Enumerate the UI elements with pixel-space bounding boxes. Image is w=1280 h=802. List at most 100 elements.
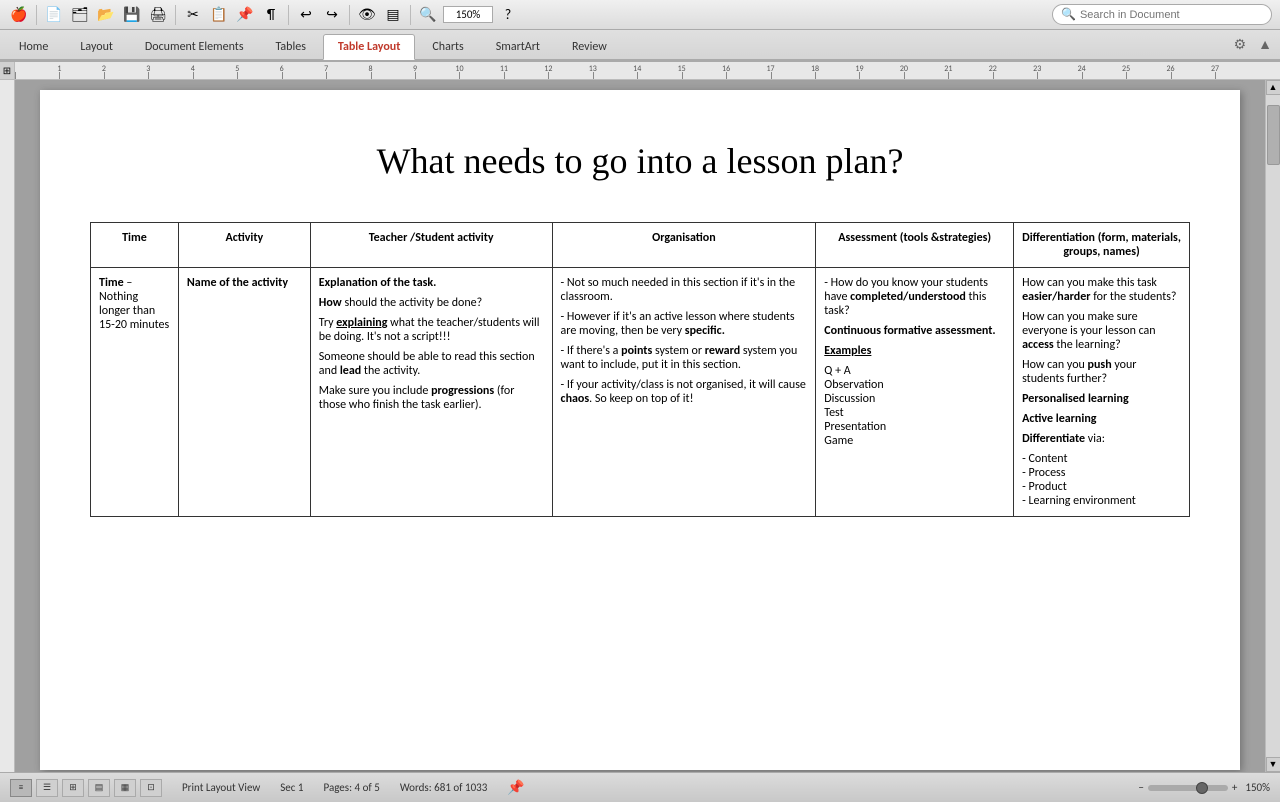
- assess-p3: Examples: [824, 344, 1005, 358]
- ruler-corner: ⊞: [0, 62, 15, 80]
- teacher-p1-bold: Explanation of the task.: [319, 276, 437, 290]
- help-icon[interactable]: ?: [497, 4, 519, 26]
- org-content: - Not so much needed in this section if …: [561, 276, 808, 406]
- separator4: [349, 5, 350, 25]
- view-btn-2[interactable]: ☰: [36, 779, 58, 797]
- view-btn-4[interactable]: ▤: [88, 779, 110, 797]
- tab-document-elements[interactable]: Document Elements: [130, 34, 259, 59]
- view-btn-3[interactable]: ⊞: [62, 779, 84, 797]
- assess-p1: - How do you know your students have com…: [824, 276, 1005, 318]
- view-icon[interactable]: 👁: [356, 4, 378, 26]
- scroll-thumb[interactable]: [1267, 105, 1280, 165]
- redo-icon[interactable]: ↪: [321, 4, 343, 26]
- tab-end: ⚙ ▲: [1230, 34, 1276, 59]
- time-label: Time: [99, 276, 124, 290]
- table-row: Time – Nothing longer than 15-20 minutes…: [91, 268, 1190, 517]
- easier-harder-label: easier/harder: [1022, 290, 1090, 304]
- header-organisation: Organisation: [552, 223, 816, 268]
- chaos-label: chaos: [561, 392, 590, 406]
- header-time: Time: [91, 223, 179, 268]
- diff-content: How can you make this task easier/harder…: [1022, 276, 1181, 508]
- zoom-bar: − + 150%: [1138, 781, 1270, 794]
- expand-icon[interactable]: ▲: [1254, 34, 1276, 55]
- time-content: Time – Nothing longer than 15-20 minutes: [99, 276, 170, 332]
- header-activity: Activity: [178, 223, 310, 268]
- separator: [36, 5, 37, 25]
- lesson-plan-table: Time Activity Teacher /Student activity …: [90, 222, 1190, 517]
- statusbar: ≡ ☰ ⊞ ▤ ▦ ⊡ Print Layout View Sec 1 Page…: [0, 772, 1280, 802]
- assess-content: - How do you know your students have com…: [824, 276, 1005, 448]
- diff-p2: How can you make sure everyone is your l…: [1022, 310, 1181, 352]
- zoom-out-icon[interactable]: 🔍: [417, 4, 439, 26]
- table-header-row: Time Activity Teacher /Student activity …: [91, 223, 1190, 268]
- scroll-up-btn[interactable]: ▲: [1266, 80, 1280, 95]
- scroll-track[interactable]: [1266, 95, 1280, 757]
- org-p4: - If your activity/class is not organise…: [561, 378, 808, 406]
- view-btn-6[interactable]: ⊡: [140, 779, 162, 797]
- diff-items: - Content- Process- Product- Learning en…: [1022, 452, 1181, 508]
- tab-home[interactable]: Home: [4, 34, 63, 59]
- zoom-out-icon[interactable]: −: [1138, 781, 1143, 794]
- open-icon[interactable]: 📂: [95, 4, 117, 26]
- ruler-scale: 1234567891011121314151617181920212223242…: [15, 62, 1280, 80]
- undo-icon[interactable]: ↩: [295, 4, 317, 26]
- diff-p4: Personalised learning: [1022, 392, 1181, 406]
- customize-icon[interactable]: ⚙: [1230, 34, 1251, 55]
- new-doc-icon[interactable]: 📄: [43, 4, 65, 26]
- tab-bar: Home Layout Document Elements Tables Tab…: [0, 30, 1280, 60]
- search-container: 🔍: [1052, 4, 1272, 25]
- how-label: How: [319, 296, 342, 310]
- pages-label: Pages: 4 of 5: [324, 781, 380, 794]
- push-label: push: [1088, 358, 1112, 372]
- teacher-p3: Try explaining what the teacher/students…: [319, 316, 544, 344]
- org-p2: - However if it's an active lesson where…: [561, 310, 808, 338]
- cell-teacher: Explanation of the task. How should the …: [310, 268, 552, 517]
- tab-tables[interactable]: Tables: [261, 34, 321, 59]
- save-icon[interactable]: 💾: [121, 4, 143, 26]
- cell-organisation: - Not so much needed in this section if …: [552, 268, 816, 517]
- paste-icon[interactable]: 📌: [234, 4, 256, 26]
- teacher-p1: Explanation of the task.: [319, 276, 544, 290]
- apple-menu-icon[interactable]: 🍎: [8, 4, 30, 26]
- document-page: What needs to go into a lesson plan? Tim…: [40, 90, 1240, 770]
- activity-text: Name of the activity: [187, 276, 288, 290]
- search-input[interactable]: [1080, 9, 1260, 21]
- sidebar-icon[interactable]: ▤: [382, 4, 404, 26]
- format-icon[interactable]: ¶: [260, 4, 282, 26]
- document-scroll[interactable]: What needs to go into a lesson plan? Tim…: [15, 80, 1265, 772]
- titlebar: 🍎 📄 🗂 📂 💾 🖨 ✂ 📋 📌 ¶ ↩ ↪ 👁 ▤ 🔍 150% ? 🔍: [0, 0, 1280, 30]
- header-differentiation: Differentiation (form, materials, groups…: [1014, 223, 1190, 268]
- zoom-slider-thumb[interactable]: [1196, 782, 1208, 794]
- diff-p3: How can you push your students further?: [1022, 358, 1181, 386]
- cut-icon[interactable]: ✂: [182, 4, 204, 26]
- zoom-in-icon[interactable]: +: [1232, 781, 1237, 794]
- print-icon[interactable]: 🖨: [147, 4, 169, 26]
- zoom-percent: 150%: [1245, 781, 1270, 794]
- diff-p5: Active learning: [1022, 412, 1181, 426]
- tab-review[interactable]: Review: [557, 34, 622, 59]
- tab-charts[interactable]: Charts: [417, 34, 478, 59]
- examples-label: Examples: [824, 344, 871, 358]
- assess-p2: Continuous formative assessment.: [824, 324, 1005, 338]
- view-btn-1[interactable]: ≡: [10, 779, 32, 797]
- tab-layout[interactable]: Layout: [65, 34, 128, 59]
- diff-p1: How can you make this task easier/harder…: [1022, 276, 1181, 304]
- explaining-label: explaining: [336, 316, 387, 330]
- copy-icon[interactable]: 📋: [208, 4, 230, 26]
- cell-differentiation: How can you make this task easier/harder…: [1014, 268, 1190, 517]
- templates-icon[interactable]: 🗂: [69, 4, 91, 26]
- tab-smartart[interactable]: SmartArt: [481, 34, 555, 59]
- personalised-label: Personalised learning: [1022, 392, 1129, 406]
- diff-p6: Differentiate via:: [1022, 432, 1181, 446]
- zoom-slider[interactable]: [1148, 785, 1228, 791]
- tab-table-layout[interactable]: Table Layout: [323, 34, 415, 60]
- vertical-scrollbar[interactable]: ▲ ▼: [1265, 80, 1280, 772]
- view-btn-5[interactable]: ▦: [114, 779, 136, 797]
- horizontal-ruler: ⊞ 12345678910111213141516171819202122232…: [0, 62, 1280, 80]
- header-assessment: Assessment (tools &strategies): [816, 223, 1014, 268]
- zoom-display[interactable]: 150%: [443, 6, 493, 23]
- track-icon[interactable]: 📌: [507, 779, 524, 796]
- section-label: Sec 1: [280, 781, 303, 794]
- scroll-down-btn[interactable]: ▼: [1266, 757, 1280, 772]
- header-teacher: Teacher /Student activity: [310, 223, 552, 268]
